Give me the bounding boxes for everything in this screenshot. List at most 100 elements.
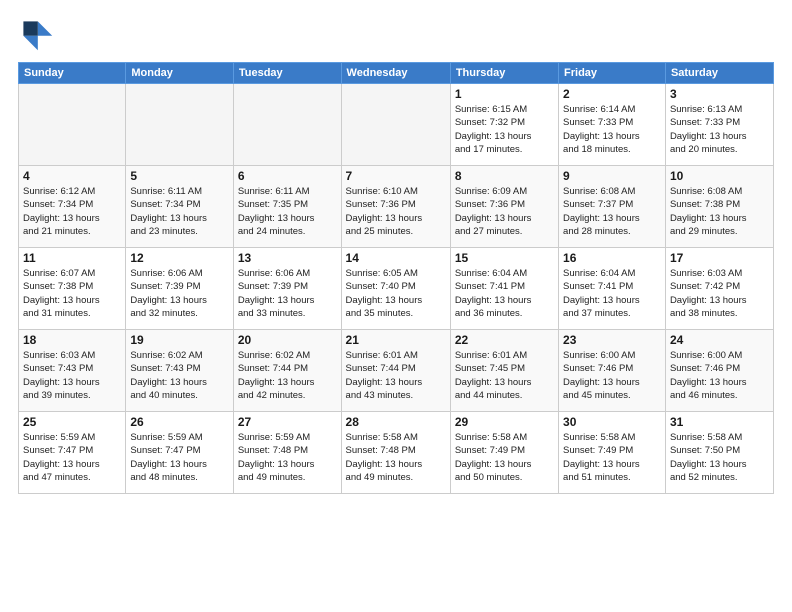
calendar-cell: 1 Sunrise: 6:15 AMSunset: 7:32 PMDaylight… [450,84,558,166]
weekday-thursday: Thursday [450,63,558,84]
day-detail: Sunrise: 6:11 AMSunset: 7:35 PMDaylight:… [238,185,337,238]
calendar-cell: 24Sunrise: 6:00 AMSunset: 7:46 PMDayligh… [665,330,773,412]
day-detail: Sunrise: 6:01 AMSunset: 7:45 PMDaylight:… [455,349,554,402]
day-number: 22 [455,333,554,347]
calendar-cell: 10 Sunrise: 6:08 AMSunset: 7:38 PMDayligh… [665,166,773,248]
calendar-cell: 15 Sunrise: 6:04 AMSunset: 7:41 PMDayligh… [450,248,558,330]
day-detail: Sunrise: 6:08 AMSunset: 7:37 PMDaylight:… [563,185,661,238]
calendar-cell: 14Sunrise: 6:05 AMSunset: 7:40 PMDayligh… [341,248,450,330]
calendar-cell: 13Sunrise: 6:06 AMSunset: 7:39 PMDayligh… [233,248,341,330]
calendar-cell: 16Sunrise: 6:04 AMSunset: 7:41 PMDayligh… [559,248,666,330]
day-number: 1 [455,87,554,101]
calendar-cell: 5 Sunrise: 6:11 AMSunset: 7:34 PMDaylight… [126,166,234,248]
day-number: 31 [670,415,769,429]
calendar-cell: 30Sunrise: 5:58 AMSunset: 7:49 PMDayligh… [559,412,666,494]
calendar-cell [19,84,126,166]
day-number: 21 [346,333,446,347]
calendar-cell: 26 Sunrise: 5:59 AMSunset: 7:47 PMDayligh… [126,412,234,494]
day-detail: Sunrise: 6:09 AMSunset: 7:36 PMDaylight:… [455,185,554,238]
day-number: 19 [130,333,229,347]
calendar-cell: 28 Sunrise: 5:58 AMSunset: 7:48 PMDayligh… [341,412,450,494]
weekday-wednesday: Wednesday [341,63,450,84]
day-detail: Sunrise: 6:07 AMSunset: 7:38 PMDaylight:… [23,267,121,320]
calendar-cell: 20Sunrise: 6:02 AMSunset: 7:44 PMDayligh… [233,330,341,412]
day-number: 27 [238,415,337,429]
day-number: 11 [23,251,121,265]
calendar-cell: 4 Sunrise: 6:12 AMSunset: 7:34 PMDaylight… [19,166,126,248]
day-detail: Sunrise: 6:13 AMSunset: 7:33 PMDaylight:… [670,103,769,156]
weekday-tuesday: Tuesday [233,63,341,84]
day-number: 13 [238,251,337,265]
calendar-table: SundayMondayTuesdayWednesdayThursdayFrid… [18,62,774,494]
day-detail: Sunrise: 6:03 AMSunset: 7:42 PMDaylight:… [670,267,769,320]
logo-icon [18,16,54,52]
day-number: 25 [23,415,121,429]
day-detail: Sunrise: 5:58 AMSunset: 7:48 PMDaylight:… [346,431,446,484]
calendar-cell: 31Sunrise: 5:58 AMSunset: 7:50 PMDayligh… [665,412,773,494]
day-detail: Sunrise: 6:04 AMSunset: 7:41 PMDaylight:… [563,267,661,320]
calendar-cell [341,84,450,166]
day-detail: Sunrise: 6:00 AMSunset: 7:46 PMDaylight:… [670,349,769,402]
day-number: 3 [670,87,769,101]
calendar-week-3: 11 Sunrise: 6:07 AMSunset: 7:38 PMDayligh… [19,248,774,330]
day-number: 10 [670,169,769,183]
day-detail: Sunrise: 6:15 AMSunset: 7:32 PMDaylight:… [455,103,554,156]
day-detail: Sunrise: 6:10 AMSunset: 7:36 PMDaylight:… [346,185,446,238]
calendar-cell: 6 Sunrise: 6:11 AMSunset: 7:35 PMDaylight… [233,166,341,248]
day-number: 6 [238,169,337,183]
day-number: 7 [346,169,446,183]
calendar-week-1: 1 Sunrise: 6:15 AMSunset: 7:32 PMDaylight… [19,84,774,166]
day-detail: Sunrise: 6:05 AMSunset: 7:40 PMDaylight:… [346,267,446,320]
day-number: 18 [23,333,121,347]
day-detail: Sunrise: 5:59 AMSunset: 7:48 PMDaylight:… [238,431,337,484]
calendar-cell: 23Sunrise: 6:00 AMSunset: 7:46 PMDayligh… [559,330,666,412]
day-number: 5 [130,169,229,183]
day-number: 23 [563,333,661,347]
day-detail: Sunrise: 6:08 AMSunset: 7:38 PMDaylight:… [670,185,769,238]
day-number: 9 [563,169,661,183]
calendar-cell: 8 Sunrise: 6:09 AMSunset: 7:36 PMDaylight… [450,166,558,248]
weekday-friday: Friday [559,63,666,84]
calendar-cell: 9 Sunrise: 6:08 AMSunset: 7:37 PMDaylight… [559,166,666,248]
page: SundayMondayTuesdayWednesdayThursdayFrid… [0,0,792,612]
weekday-monday: Monday [126,63,234,84]
calendar-cell: 27 Sunrise: 5:59 AMSunset: 7:48 PMDayligh… [233,412,341,494]
calendar-cell: 7 Sunrise: 6:10 AMSunset: 7:36 PMDaylight… [341,166,450,248]
weekday-sunday: Sunday [19,63,126,84]
day-number: 12 [130,251,229,265]
day-detail: Sunrise: 6:03 AMSunset: 7:43 PMDaylight:… [23,349,121,402]
day-detail: Sunrise: 5:58 AMSunset: 7:49 PMDaylight:… [455,431,554,484]
day-number: 2 [563,87,661,101]
calendar-week-5: 25 Sunrise: 5:59 AMSunset: 7:47 PMDayligh… [19,412,774,494]
calendar-cell: 2Sunrise: 6:14 AMSunset: 7:33 PMDaylight… [559,84,666,166]
day-number: 28 [346,415,446,429]
calendar-cell: 17 Sunrise: 6:03 AMSunset: 7:42 PMDayligh… [665,248,773,330]
day-detail: Sunrise: 6:02 AMSunset: 7:43 PMDaylight:… [130,349,229,402]
header [18,16,774,52]
calendar-cell: 25Sunrise: 5:59 AMSunset: 7:47 PMDayligh… [19,412,126,494]
calendar-cell [126,84,234,166]
calendar-week-4: 18 Sunrise: 6:03 AMSunset: 7:43 PMDayligh… [19,330,774,412]
day-detail: Sunrise: 6:11 AMSunset: 7:34 PMDaylight:… [130,185,229,238]
day-number: 26 [130,415,229,429]
day-number: 17 [670,251,769,265]
calendar-week-2: 4 Sunrise: 6:12 AMSunset: 7:34 PMDaylight… [19,166,774,248]
day-number: 20 [238,333,337,347]
day-detail: Sunrise: 5:58 AMSunset: 7:49 PMDaylight:… [563,431,661,484]
calendar-cell: 29 Sunrise: 5:58 AMSunset: 7:49 PMDayligh… [450,412,558,494]
day-number: 29 [455,415,554,429]
day-detail: Sunrise: 6:12 AMSunset: 7:34 PMDaylight:… [23,185,121,238]
calendar-cell: 22 Sunrise: 6:01 AMSunset: 7:45 PMDayligh… [450,330,558,412]
calendar-cell [233,84,341,166]
calendar-cell: 11 Sunrise: 6:07 AMSunset: 7:38 PMDayligh… [19,248,126,330]
day-detail: Sunrise: 5:59 AMSunset: 7:47 PMDaylight:… [130,431,229,484]
weekday-header-row: SundayMondayTuesdayWednesdayThursdayFrid… [19,63,774,84]
day-number: 8 [455,169,554,183]
calendar-cell: 3 Sunrise: 6:13 AMSunset: 7:33 PMDaylight… [665,84,773,166]
calendar-cell: 21Sunrise: 6:01 AMSunset: 7:44 PMDayligh… [341,330,450,412]
day-detail: Sunrise: 6:04 AMSunset: 7:41 PMDaylight:… [455,267,554,320]
day-detail: Sunrise: 6:06 AMSunset: 7:39 PMDaylight:… [130,267,229,320]
day-number: 4 [23,169,121,183]
calendar-cell: 12 Sunrise: 6:06 AMSunset: 7:39 PMDayligh… [126,248,234,330]
day-number: 15 [455,251,554,265]
